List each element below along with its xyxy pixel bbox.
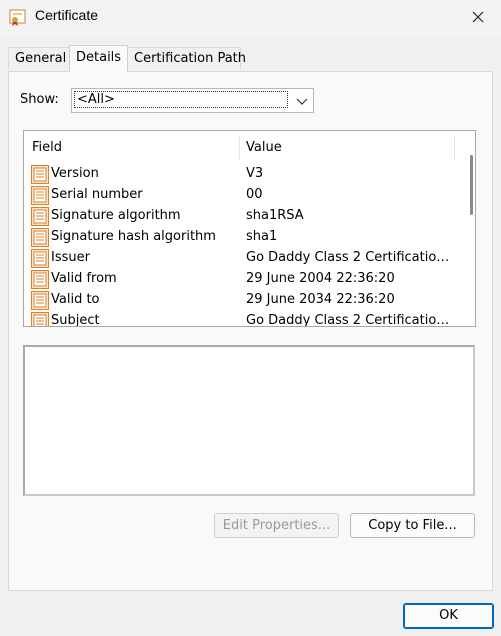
list-row[interactable]: Valid from 29 June 2004 22:36:20 [24,269,456,290]
tab-general[interactable]: General [8,47,70,69]
row-value: V3 [246,166,264,181]
field-detail-box[interactable] [23,345,475,496]
edit-properties-button[interactable]: Edit Properties... [214,513,339,538]
certificate-field-icon [31,207,49,226]
list-row[interactable]: Valid to 29 June 2034 22:36:20 [24,290,456,311]
window-title: Certificate [35,7,99,23]
certificate-field-icon [31,291,49,310]
scrollbar-thumb[interactable] [470,155,473,215]
list-row[interactable]: Version V3 [24,164,456,185]
tab-details[interactable]: Details [69,45,128,72]
tab-certification-path[interactable]: Certification Path [127,47,246,69]
show-dropdown[interactable]: <All> [71,88,314,113]
list-header: Field Value [24,131,456,163]
show-label: Show: [20,92,59,107]
column-header-value[interactable]: Value [246,140,282,155]
close-button[interactable] [455,0,501,34]
row-field: Subject [51,313,100,327]
list-row[interactable]: Signature hash algorithm sha1 [24,227,456,248]
row-field: Valid from [51,271,117,286]
row-value: Go Daddy Class 2 Certification... [246,250,451,265]
certificate-field-icon [31,165,49,184]
chevron-down-icon [295,94,309,108]
row-value: 29 June 2004 22:36:20 [246,271,395,286]
list-row[interactable]: Subject Go Daddy Class 2 Certification..… [24,311,456,327]
row-field: Version [51,166,99,181]
certificate-field-icon [31,186,49,205]
ok-button[interactable]: OK [403,603,494,629]
column-header-field[interactable]: Field [32,140,62,155]
certificate-field-icon [31,228,49,247]
list-row[interactable]: Serial number 00 [24,185,456,206]
certificate-field-icon [31,312,49,326]
close-icon [472,11,484,23]
row-value: 29 June 2034 22:36:20 [246,292,395,307]
row-value: sha1RSA [246,208,304,223]
list-row[interactable]: Issuer Go Daddy Class 2 Certification... [24,248,456,269]
row-field: Signature hash algorithm [51,229,216,244]
column-divider [454,135,455,159]
vertical-scrollbar[interactable] [457,131,475,326]
copy-to-file-button[interactable]: Copy to File... [350,513,475,538]
list-row[interactable]: Signature algorithm sha1RSA [24,206,456,227]
fields-list[interactable]: Field Value Version V3 Serial number 00 … [23,130,476,327]
certificate-field-icon [31,249,49,268]
certificate-field-icon [31,270,49,289]
column-divider [239,135,240,159]
title-bar: Certificate [0,0,501,36]
row-value: 00 [246,187,263,202]
row-value: sha1 [246,229,278,244]
row-field: Signature algorithm [51,208,181,223]
row-value: Go Daddy Class 2 Certification... [246,313,451,327]
show-dropdown-value: <All> [74,91,288,108]
row-field: Serial number [51,187,143,202]
certificate-icon [9,8,27,26]
row-field: Issuer [51,250,90,265]
row-field: Valid to [51,292,100,307]
